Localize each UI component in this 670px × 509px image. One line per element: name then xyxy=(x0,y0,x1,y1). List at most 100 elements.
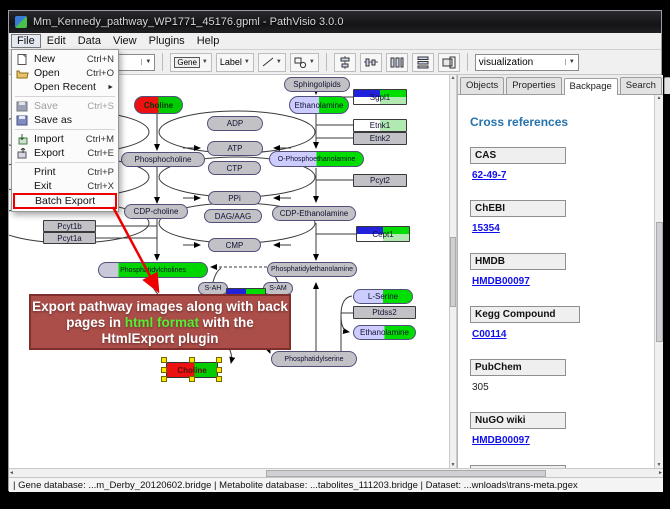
distribute-vertical-button[interactable] xyxy=(412,53,434,72)
add-label-button[interactable]: Label▼ xyxy=(216,53,254,72)
node-ethanolamine[interactable]: Ethanolamine xyxy=(289,96,349,114)
tab-search[interactable]: Search xyxy=(620,77,662,94)
xref-section-cas: CAS 62-49-7 xyxy=(470,147,653,191)
file-menu-export[interactable]: Export Ctrl+E xyxy=(12,146,118,160)
selection-handle[interactable] xyxy=(161,376,167,382)
node-cdp-choline[interactable]: CDP-choline xyxy=(124,204,188,219)
align-center-y-button[interactable] xyxy=(360,53,382,72)
node-ppi[interactable]: PPi xyxy=(208,191,261,205)
add-gene-button[interactable]: Gene▼ xyxy=(170,53,212,72)
gene-node-pcyt2[interactable]: Pcyt2 xyxy=(353,174,407,187)
node-l-serine[interactable]: L-Serine xyxy=(353,289,413,304)
scrollbar-thumb[interactable] xyxy=(656,222,663,342)
menu-item-label: Save as xyxy=(34,114,114,126)
gene-node-etnk2[interactable]: Etnk2 xyxy=(353,132,407,145)
tab-objects[interactable]: Objects xyxy=(460,77,504,94)
file-menu-new[interactable]: New Ctrl+N xyxy=(12,52,118,66)
file-menu-print[interactable]: Print Ctrl+P xyxy=(12,165,118,179)
menu-plugins[interactable]: Plugins xyxy=(143,34,191,48)
node-atp[interactable]: ATP xyxy=(207,141,263,156)
node-phosphatidylethanolamine[interactable]: Phosphatidylethanolamine xyxy=(267,262,357,277)
panel-vertical-scrollbar[interactable]: ▲ ▼ xyxy=(654,95,663,468)
scroll-right-icon[interactable]: ► xyxy=(658,470,663,476)
scroll-up-icon[interactable]: ▲ xyxy=(451,75,456,81)
align-center-x-icon xyxy=(338,56,352,69)
scrollbar-thumb[interactable] xyxy=(450,237,456,307)
canvas-horizontal-scrollbar[interactable]: ◄ ► xyxy=(9,468,663,477)
file-menu-import[interactable]: Import Ctrl+M xyxy=(12,132,118,146)
node-o-phosphoethanolamine[interactable]: O-Phosphoethanolamine xyxy=(269,151,364,167)
menu-item-label: Print xyxy=(34,166,87,178)
line-tool-button[interactable]: ▼ xyxy=(258,53,286,72)
selection-handle[interactable] xyxy=(189,376,195,382)
scroll-left-icon[interactable]: ◄ xyxy=(9,470,14,476)
gene-node-pcyt1b[interactable]: Pcyt1b xyxy=(43,220,96,232)
distribute-horizontal-button[interactable] xyxy=(386,53,408,72)
xref-link[interactable]: 62-49-7 xyxy=(472,170,506,181)
node-adp[interactable]: ADP xyxy=(207,116,263,131)
node-choline-top[interactable]: Choline xyxy=(134,96,183,114)
gene-node-ptdss2[interactable]: Ptdss2 xyxy=(353,306,416,319)
menu-data[interactable]: Data xyxy=(72,34,107,48)
menu-item-shortcut: Ctrl+E xyxy=(87,148,114,159)
file-menu-batch-export[interactable]: Batch Export xyxy=(13,193,117,209)
annotation-highlight: html format xyxy=(125,315,199,330)
selection-handle[interactable] xyxy=(216,357,222,363)
gene-node-etnk1[interactable]: Etnk1 xyxy=(353,119,407,132)
canvas-vertical-scrollbar[interactable]: ▲ ▼ xyxy=(449,75,457,468)
file-menu-save[interactable]: Save Ctrl+S xyxy=(12,99,118,113)
annotation-callout: Export pathway images along with back pa… xyxy=(29,294,291,350)
selection-handle[interactable] xyxy=(161,357,167,363)
file-menu-save-as[interactable]: Save as xyxy=(12,113,118,127)
xref-link[interactable]: HMDB00097 xyxy=(472,435,530,446)
node-ctp[interactable]: CTP xyxy=(208,161,261,175)
align-center-x-button[interactable] xyxy=(334,53,356,72)
menu-view[interactable]: View xyxy=(107,34,143,48)
scroll-up-icon[interactable]: ▲ xyxy=(657,95,662,101)
node-ethanolamine-bottom[interactable]: Ethanolamine xyxy=(353,325,416,340)
node-cmp[interactable]: CMP xyxy=(208,238,261,252)
menu-edit[interactable]: Edit xyxy=(41,34,72,48)
shape-tool-button[interactable]: ▼ xyxy=(290,53,319,72)
node-dag-aag[interactable]: DAG/AAG xyxy=(204,209,262,223)
node-phosphocholine[interactable]: Phosphocholine xyxy=(121,152,205,167)
xref-link[interactable]: HMDB00097 xyxy=(472,276,530,287)
tab-properties[interactable]: Properties xyxy=(506,77,561,94)
tab-backpage[interactable]: Backpage xyxy=(564,78,618,95)
node-phosphatidylserine[interactable]: Phosphatidylserine xyxy=(271,351,357,367)
label-icon: Label xyxy=(220,57,242,67)
file-menu-open-recent[interactable]: Open Recent ► xyxy=(12,80,118,94)
menu-file[interactable]: File xyxy=(11,34,41,48)
gene-node-pcyt1a[interactable]: Pcyt1a xyxy=(43,232,96,244)
menu-item-shortcut: Ctrl+M xyxy=(86,134,114,145)
xref-name: Kegg Compound xyxy=(470,306,580,323)
selection-handle[interactable] xyxy=(216,367,222,373)
xref-section-chebi: ChEBI 15354 xyxy=(470,200,653,244)
file-menu-open[interactable]: Open Ctrl+O xyxy=(12,66,118,80)
cross-references-heading: Cross references xyxy=(470,115,653,129)
selection-handle[interactable] xyxy=(161,367,167,373)
xref-name: HMDB xyxy=(470,253,566,270)
gene-node-cept1[interactable]: Cept1 xyxy=(356,226,410,242)
file-menu-exit[interactable]: Exit Ctrl+X xyxy=(12,179,118,193)
scrollbar-thumb[interactable] xyxy=(266,470,546,477)
title-bar[interactable]: Mm_Kennedy_pathway_WP1771_45176.gpml - P… xyxy=(9,11,661,33)
selection-handle[interactable] xyxy=(216,376,222,382)
xref-value: 305 xyxy=(472,382,489,393)
xref-link[interactable]: C00114 xyxy=(472,329,506,340)
toolbar-separator xyxy=(162,53,163,71)
tab-legend[interactable]: Legend xyxy=(664,77,670,94)
menu-item-shortcut: Ctrl+O xyxy=(86,68,114,79)
xref-section-kegg: Kegg Compound C00114 xyxy=(470,306,653,350)
common-size-button[interactable] xyxy=(438,53,460,72)
status-bar: | Gene database: ...m_Derby_20120602.bri… xyxy=(9,477,663,492)
selection-handle[interactable] xyxy=(189,357,195,363)
node-sphingolipids[interactable]: Sphingolipids xyxy=(284,77,350,92)
node-cdp-ethanolamine[interactable]: CDP-Ethanolamine xyxy=(272,206,356,221)
gene-node-sgpl1[interactable]: Sgpl1 xyxy=(353,89,407,105)
visualization-combobox[interactable]: visualization▼ xyxy=(475,54,579,71)
node-phosphatidylcholines[interactable]: Phosphatidylcholines xyxy=(98,262,208,278)
side-panel-tabs: Objects Properties Backpage Search Legen… xyxy=(458,75,663,95)
xref-link[interactable]: 15354 xyxy=(472,223,500,234)
menu-help[interactable]: Help xyxy=(191,34,226,48)
